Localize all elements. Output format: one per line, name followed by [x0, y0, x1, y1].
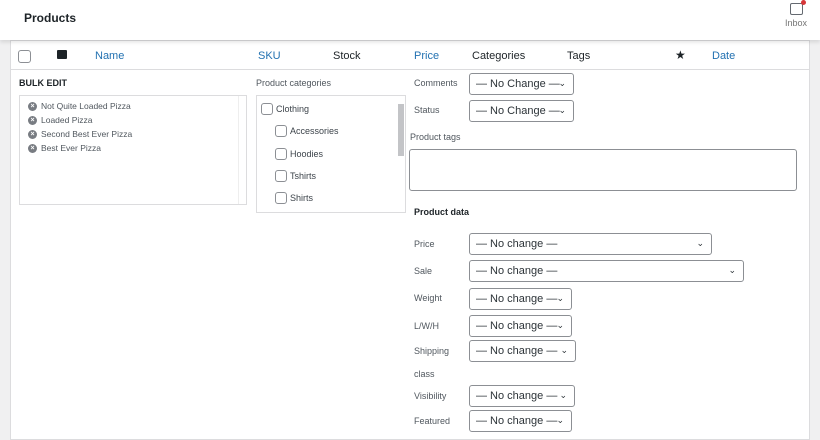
categories-list[interactable]: Clothing Accessories Hoodies Tshirts Shi…	[256, 95, 406, 213]
item-label: Not Quite Loaded Pizza	[41, 101, 131, 111]
page-title: Products	[24, 11, 77, 25]
checkbox[interactable]	[275, 125, 287, 137]
inbox-icon	[789, 0, 806, 15]
select-value: — No change —	[476, 390, 558, 402]
category-tshirts[interactable]: Tshirts	[275, 170, 316, 182]
comments-select[interactable]: — No Change — ⌄	[469, 73, 574, 95]
bulk-edit-list[interactable]: × Not Quite Loaded Pizza × Loaded Pizza × S…	[19, 95, 247, 205]
category-hoodies[interactable]: Hoodies	[275, 148, 323, 160]
chevron-down-icon: ⌄	[696, 238, 704, 248]
category-accessories[interactable]: Accessories	[275, 125, 339, 137]
column-name[interactable]: Name	[95, 50, 124, 62]
select-value: — No change —	[476, 293, 558, 305]
shipping-label: Shipping	[414, 346, 450, 356]
list-item: × Not Quite Loaded Pizza	[28, 99, 238, 113]
list-item: × Second Best Ever Pizza	[28, 127, 238, 141]
chevron-down-icon: ⌄	[560, 345, 568, 355]
checkbox[interactable]	[261, 103, 273, 115]
price-label: Price	[414, 239, 435, 249]
category-label: Shirts	[290, 193, 314, 203]
inbox-label: Inbox	[784, 18, 808, 28]
column-price[interactable]: Price	[414, 50, 439, 62]
comments-label: Comments	[414, 78, 458, 88]
checkbox[interactable]	[275, 170, 287, 182]
select-value: — No change —	[476, 265, 558, 277]
status-select[interactable]: — No Change — ⌄	[469, 100, 574, 122]
lwh-select[interactable]: — No change — ⌄	[469, 315, 572, 337]
top-header: Products Inbox	[0, 0, 820, 40]
chevron-down-icon: ⌄	[556, 293, 564, 303]
remove-icon[interactable]: ×	[28, 129, 37, 139]
visibility-select[interactable]: — No change — ⌄	[469, 385, 575, 407]
remove-icon[interactable]: ×	[28, 101, 37, 111]
chevron-down-icon: ⌄	[558, 78, 566, 88]
categories-label: Product categories	[256, 78, 332, 88]
inbox-button[interactable]: Inbox	[780, 0, 812, 28]
column-date[interactable]: Date	[712, 50, 735, 62]
category-clothing[interactable]: Clothing	[261, 103, 309, 115]
select-value: — No change —	[476, 415, 558, 427]
chevron-down-icon: ⌄	[728, 265, 736, 275]
image-icon	[57, 50, 67, 59]
category-label: Hoodies	[290, 149, 324, 159]
sale-label: Sale	[414, 266, 433, 276]
weight-label: Weight	[414, 293, 442, 303]
select-value: — No Change —	[476, 78, 560, 90]
product-tags-label: Product tags	[410, 132, 461, 142]
chevron-down-icon: ⌄	[558, 105, 566, 115]
select-value: — No Change —	[476, 105, 560, 117]
item-label: Best Ever Pizza	[41, 143, 101, 153]
select-value: — No change —	[476, 345, 558, 357]
shipping-label-line2: class	[414, 369, 435, 379]
header-divider	[11, 69, 809, 70]
item-label: Second Best Ever Pizza	[41, 129, 133, 139]
product-tags-textarea[interactable]	[409, 149, 797, 191]
lwh-label: L/W/H	[414, 321, 440, 331]
sale-select[interactable]: — No change — ⌄	[469, 260, 744, 282]
list-item: × Loaded Pizza	[28, 113, 238, 127]
select-all-checkbox[interactable]	[18, 50, 31, 63]
select-value: — No change —	[476, 238, 558, 250]
scrollbar[interactable]	[238, 96, 246, 204]
category-shirts[interactable]: Shirts	[275, 192, 313, 204]
status-label: Status	[414, 105, 440, 115]
remove-icon[interactable]: ×	[28, 115, 37, 125]
select-value: — No change —	[476, 320, 558, 332]
chevron-down-icon: ⌄	[556, 415, 564, 425]
item-label: Loaded Pizza	[41, 115, 93, 125]
list-item: × Best Ever Pizza	[28, 141, 238, 155]
column-tags: Tags	[567, 50, 591, 62]
category-label: Accessories	[290, 126, 339, 136]
price-select[interactable]: — No change — ⌄	[469, 233, 712, 255]
column-stock: Stock	[333, 50, 361, 62]
checkbox[interactable]	[275, 148, 287, 160]
checkbox[interactable]	[275, 192, 287, 204]
featured-label: Featured	[414, 416, 451, 426]
star-icon[interactable]: ★	[675, 48, 686, 62]
shipping-class-select[interactable]: — No change — ⌄	[469, 340, 576, 362]
notification-dot	[800, 0, 806, 5]
bulk-edit-title: BULK EDIT	[19, 78, 67, 88]
column-categories: Categories	[472, 50, 526, 62]
remove-icon[interactable]: ×	[28, 143, 37, 153]
chevron-down-icon: ⌄	[559, 390, 567, 400]
category-label: Clothing	[276, 104, 310, 114]
category-label: Tshirts	[290, 171, 317, 181]
featured-select[interactable]: — No change — ⌄	[469, 410, 572, 432]
visibility-label: Visibility	[414, 391, 447, 401]
chevron-down-icon: ⌄	[556, 320, 564, 330]
product-data-title: Product data	[414, 207, 470, 217]
weight-select[interactable]: — No change — ⌄	[469, 288, 572, 310]
scrollbar-thumb[interactable]	[398, 104, 404, 156]
column-sku[interactable]: SKU	[258, 50, 281, 62]
